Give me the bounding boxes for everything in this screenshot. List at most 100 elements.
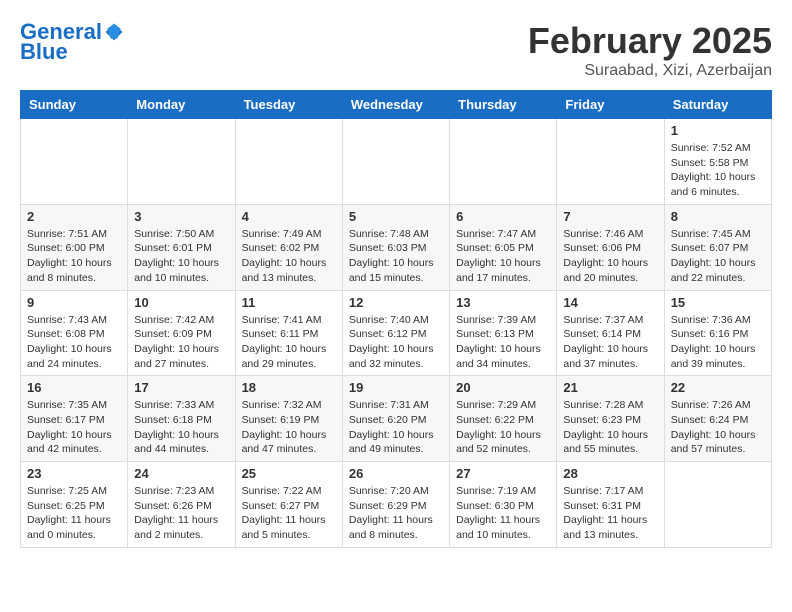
logo: General Blue	[20, 20, 128, 64]
day-number: 14	[563, 295, 657, 310]
day-info: Sunrise: 7:51 AM Sunset: 6:00 PM Dayligh…	[27, 227, 121, 286]
day-info: Sunrise: 7:42 AM Sunset: 6:09 PM Dayligh…	[134, 313, 228, 372]
day-info: Sunrise: 7:33 AM Sunset: 6:18 PM Dayligh…	[134, 398, 228, 457]
day-number: 20	[456, 380, 550, 395]
calendar-cell: 17 Sunrise: 7:33 AM Sunset: 6:18 PM Dayli…	[128, 376, 235, 462]
logo-text2: Blue	[20, 40, 68, 64]
day-header-saturday: Saturday	[664, 91, 771, 119]
calendar-cell: 2 Sunrise: 7:51 AM Sunset: 6:00 PM Daylig…	[21, 204, 128, 290]
calendar-cell: 3 Sunrise: 7:50 AM Sunset: 6:01 PM Daylig…	[128, 204, 235, 290]
calendar-week-row: 2 Sunrise: 7:51 AM Sunset: 6:00 PM Daylig…	[21, 204, 772, 290]
day-info: Sunrise: 7:49 AM Sunset: 6:02 PM Dayligh…	[242, 227, 336, 286]
calendar-week-row: 16 Sunrise: 7:35 AM Sunset: 6:17 PM Dayli…	[21, 376, 772, 462]
day-number: 1	[671, 123, 765, 138]
day-header-friday: Friday	[557, 91, 664, 119]
day-info: Sunrise: 7:26 AM Sunset: 6:24 PM Dayligh…	[671, 398, 765, 457]
calendar-cell: 23Sunrise: 7:25 AM Sunset: 6:25 PM Dayli…	[21, 462, 128, 548]
calendar-header-row: SundayMondayTuesdayWednesdayThursdayFrid…	[21, 91, 772, 119]
calendar-cell: 22 Sunrise: 7:26 AM Sunset: 6:24 PM Dayli…	[664, 376, 771, 462]
day-info: Sunrise: 7:35 AM Sunset: 6:17 PM Dayligh…	[27, 398, 121, 457]
day-number: 26	[349, 466, 443, 481]
day-number: 21	[563, 380, 657, 395]
calendar-cell: 13Sunrise: 7:39 AM Sunset: 6:13 PM Dayli…	[450, 290, 557, 376]
page-header: General Blue February 2025 Suraabad, Xiz…	[20, 20, 772, 80]
calendar-cell: 11 Sunrise: 7:41 AM Sunset: 6:11 PM Dayli…	[235, 290, 342, 376]
calendar-cell: 18 Sunrise: 7:32 AM Sunset: 6:19 PM Dayli…	[235, 376, 342, 462]
day-number: 4	[242, 209, 336, 224]
day-info: Sunrise: 7:31 AM Sunset: 6:20 PM Dayligh…	[349, 398, 443, 457]
location-subtitle: Suraabad, Xizi, Azerbaijan	[528, 62, 772, 80]
calendar-cell: 1 Sunrise: 7:52 AM Sunset: 5:58 PM Daylig…	[664, 119, 771, 205]
calendar-cell: 14 Sunrise: 7:37 AM Sunset: 6:14 PM Dayli…	[557, 290, 664, 376]
calendar-cell	[235, 119, 342, 205]
day-info: Sunrise: 7:48 AM Sunset: 6:03 PM Dayligh…	[349, 227, 443, 286]
calendar-cell: 27 Sunrise: 7:19 AM Sunset: 6:30 PM Dayli…	[450, 462, 557, 548]
calendar-cell: 26 Sunrise: 7:20 AM Sunset: 6:29 PM Dayli…	[342, 462, 449, 548]
calendar-cell: 19 Sunrise: 7:31 AM Sunset: 6:20 PM Dayli…	[342, 376, 449, 462]
day-info: Sunrise: 7:17 AM Sunset: 6:31 PM Dayligh…	[563, 484, 657, 543]
day-info: Sunrise: 7:47 AM Sunset: 6:05 PM Dayligh…	[456, 227, 550, 286]
day-number: 25	[242, 466, 336, 481]
day-number: 17	[134, 380, 228, 395]
day-header-sunday: Sunday	[21, 91, 128, 119]
title-block: February 2025 Suraabad, Xizi, Azerbaijan	[528, 20, 772, 80]
day-number: 18	[242, 380, 336, 395]
day-info: Sunrise: 7:19 AM Sunset: 6:30 PM Dayligh…	[456, 484, 550, 543]
calendar-cell	[21, 119, 128, 205]
day-number: 3	[134, 209, 228, 224]
day-info: Sunrise: 7:22 AM Sunset: 6:27 PM Dayligh…	[242, 484, 336, 543]
day-number: 23	[27, 466, 121, 481]
day-number: 13	[456, 295, 550, 310]
day-header-wednesday: Wednesday	[342, 91, 449, 119]
day-number: 16	[27, 380, 121, 395]
day-info: Sunrise: 7:36 AM Sunset: 6:16 PM Dayligh…	[671, 313, 765, 372]
calendar-cell: 7 Sunrise: 7:46 AM Sunset: 6:06 PM Daylig…	[557, 204, 664, 290]
day-info: Sunrise: 7:37 AM Sunset: 6:14 PM Dayligh…	[563, 313, 657, 372]
day-number: 10	[134, 295, 228, 310]
calendar-cell: 21 Sunrise: 7:28 AM Sunset: 6:23 PM Dayli…	[557, 376, 664, 462]
day-number: 12	[349, 295, 443, 310]
day-info: Sunrise: 7:52 AM Sunset: 5:58 PM Dayligh…	[671, 141, 765, 200]
calendar-cell: 6 Sunrise: 7:47 AM Sunset: 6:05 PM Daylig…	[450, 204, 557, 290]
day-info: Sunrise: 7:45 AM Sunset: 6:07 PM Dayligh…	[671, 227, 765, 286]
calendar-cell: 24Sunrise: 7:23 AM Sunset: 6:26 PM Dayli…	[128, 462, 235, 548]
calendar-cell	[664, 462, 771, 548]
day-number: 2	[27, 209, 121, 224]
calendar-week-row: 9Sunrise: 7:43 AM Sunset: 6:08 PM Daylig…	[21, 290, 772, 376]
day-number: 22	[671, 380, 765, 395]
day-number: 24	[134, 466, 228, 481]
day-info: Sunrise: 7:32 AM Sunset: 6:19 PM Dayligh…	[242, 398, 336, 457]
day-info: Sunrise: 7:46 AM Sunset: 6:06 PM Dayligh…	[563, 227, 657, 286]
calendar-cell: 25 Sunrise: 7:22 AM Sunset: 6:27 PM Dayli…	[235, 462, 342, 548]
day-info: Sunrise: 7:29 AM Sunset: 6:22 PM Dayligh…	[456, 398, 550, 457]
day-header-monday: Monday	[128, 91, 235, 119]
day-info: Sunrise: 7:28 AM Sunset: 6:23 PM Dayligh…	[563, 398, 657, 457]
day-number: 15	[671, 295, 765, 310]
day-info: Sunrise: 7:20 AM Sunset: 6:29 PM Dayligh…	[349, 484, 443, 543]
calendar-cell: 5 Sunrise: 7:48 AM Sunset: 6:03 PM Daylig…	[342, 204, 449, 290]
day-number: 11	[242, 295, 336, 310]
calendar-cell	[557, 119, 664, 205]
day-info: Sunrise: 7:40 AM Sunset: 6:12 PM Dayligh…	[349, 313, 443, 372]
day-number: 6	[456, 209, 550, 224]
calendar-week-row: 23Sunrise: 7:25 AM Sunset: 6:25 PM Dayli…	[21, 462, 772, 548]
calendar-cell: 16 Sunrise: 7:35 AM Sunset: 6:17 PM Dayli…	[21, 376, 128, 462]
calendar-cell	[450, 119, 557, 205]
calendar-cell: 10 Sunrise: 7:42 AM Sunset: 6:09 PM Dayli…	[128, 290, 235, 376]
day-number: 7	[563, 209, 657, 224]
day-info: Sunrise: 7:50 AM Sunset: 6:01 PM Dayligh…	[134, 227, 228, 286]
logo-icon	[104, 22, 124, 42]
day-number: 9	[27, 295, 121, 310]
calendar-cell: 28Sunrise: 7:17 AM Sunset: 6:31 PM Dayli…	[557, 462, 664, 548]
day-number: 27	[456, 466, 550, 481]
calendar-week-row: 1 Sunrise: 7:52 AM Sunset: 5:58 PM Daylig…	[21, 119, 772, 205]
calendar-table: SundayMondayTuesdayWednesdayThursdayFrid…	[20, 90, 772, 548]
calendar-cell	[342, 119, 449, 205]
calendar-cell: 12 Sunrise: 7:40 AM Sunset: 6:12 PM Dayli…	[342, 290, 449, 376]
month-title: February 2025	[528, 20, 772, 62]
calendar-cell: 8Sunrise: 7:45 AM Sunset: 6:07 PM Daylig…	[664, 204, 771, 290]
day-number: 19	[349, 380, 443, 395]
day-info: Sunrise: 7:41 AM Sunset: 6:11 PM Dayligh…	[242, 313, 336, 372]
calendar-cell: 9Sunrise: 7:43 AM Sunset: 6:08 PM Daylig…	[21, 290, 128, 376]
day-number: 5	[349, 209, 443, 224]
